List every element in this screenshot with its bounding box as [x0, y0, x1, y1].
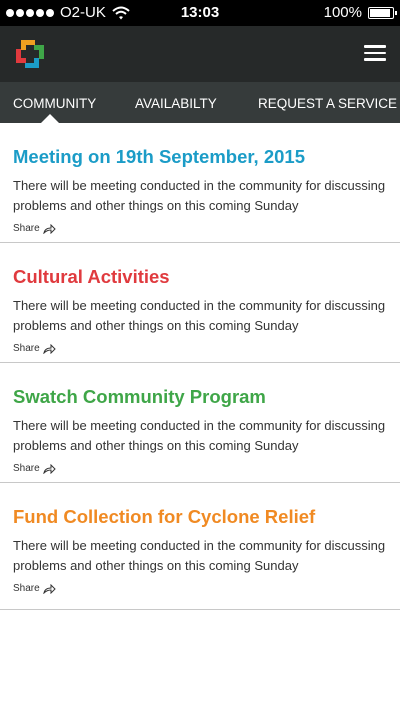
share-arrow-icon	[42, 223, 56, 234]
tab-community[interactable]: COMMUNITY	[13, 96, 96, 111]
post-title[interactable]: Fund Collection for Cyclone Relief	[13, 506, 388, 528]
tab-bar: COMMUNITY AVAILABILTY REQUEST A SERVICE	[0, 82, 400, 123]
tab-availability[interactable]: AVAILABILTY	[135, 96, 217, 111]
active-tab-indicator	[41, 114, 59, 123]
share-arrow-icon	[42, 583, 56, 594]
app-header	[0, 26, 400, 82]
share-button[interactable]: Share	[13, 223, 63, 234]
list-item: Fund Collection for Cyclone Relief There…	[0, 483, 400, 610]
post-title[interactable]: Meeting on 19th September, 2015	[13, 146, 388, 168]
share-label: Share	[13, 223, 40, 234]
share-button[interactable]: Share	[13, 583, 63, 594]
battery-percentage: 100%	[323, 4, 362, 21]
post-body: There will be meeting conducted in the c…	[13, 538, 386, 573]
hamburger-menu-icon[interactable]	[364, 41, 386, 65]
post-body: There will be meeting conducted in the c…	[13, 418, 386, 453]
share-label: Share	[13, 463, 40, 474]
share-button[interactable]: Share	[13, 463, 63, 474]
share-label: Share	[13, 343, 40, 354]
post-title[interactable]: Swatch Community Program	[13, 386, 388, 408]
list-item: Meeting on 19th September, 2015 There wi…	[0, 123, 400, 243]
post-body: There will be meeting conducted in the c…	[13, 298, 386, 333]
status-right: 100%	[323, 4, 397, 21]
list-item: Cultural Activities There will be meetin…	[0, 243, 400, 363]
list-item: Swatch Community Program There will be m…	[0, 363, 400, 483]
tab-request-a-service[interactable]: REQUEST A SERVICE	[258, 96, 397, 111]
post-body: There will be meeting conducted in the c…	[13, 178, 386, 213]
pinwheel-logo-icon[interactable]	[12, 36, 48, 72]
status-bar: O2-UK 13:03 100%	[0, 0, 400, 26]
share-arrow-icon	[42, 463, 56, 474]
community-feed: Meeting on 19th September, 2015 There wi…	[0, 123, 400, 610]
battery-fill	[370, 8, 390, 17]
share-label: Share	[13, 583, 40, 594]
battery-icon	[368, 6, 397, 19]
share-arrow-icon	[42, 343, 56, 354]
post-title[interactable]: Cultural Activities	[13, 266, 388, 288]
share-button[interactable]: Share	[13, 343, 63, 354]
